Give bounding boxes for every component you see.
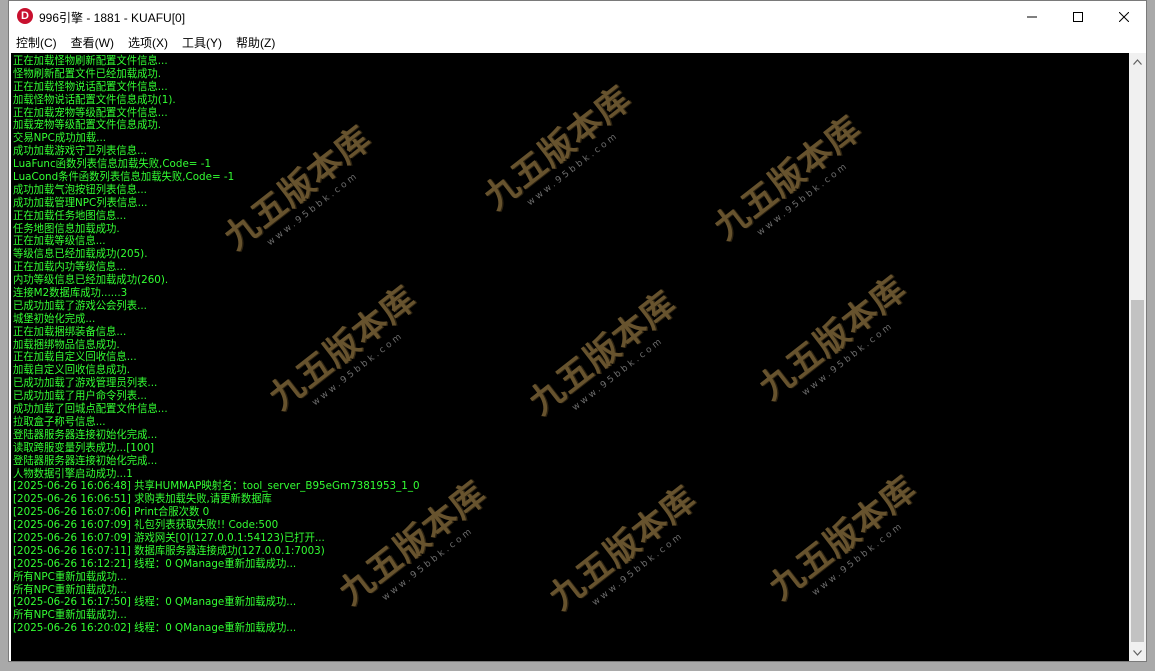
log-line: 成功加载气泡按钮列表信息... [13,182,147,196]
watermark-text: 九五版本库 [706,108,870,248]
app-window: D 996引擎 - 1881 - KUAFU[0] 控制(C) 查看(W) 选项… [8,0,1147,662]
scroll-up-button[interactable] [1129,53,1146,70]
minimize-button[interactable] [1009,1,1055,32]
vertical-scrollbar[interactable] [1129,53,1146,661]
log-line: 怪物刷新配置文件已经加载成功. [13,66,162,80]
scroll-thumb[interactable] [1131,300,1144,642]
menu-tools[interactable]: 工具(Y) [175,34,229,51]
log-line: 拉取盒子称号信息... [13,414,106,428]
title-bar[interactable]: D 996引擎 - 1881 - KUAFU[0] [9,1,1146,32]
maximize-button[interactable] [1055,1,1101,32]
log-line: LuaCond条件函数列表信息加载失败,Code= -1 [13,170,235,184]
log-line: 成功加载了回城点配置文件信息... [13,402,168,416]
log-line: 城堡初始化完成... [13,311,96,325]
watermark: 九五版本库 www.95bbk.com [757,441,966,625]
scroll-up-arrow-icon [1133,58,1142,65]
watermark-url: www.95bbk.com [755,160,851,239]
scroll-down-button[interactable] [1129,644,1146,661]
close-button[interactable] [1101,1,1147,32]
log-line: 连接M2数据库成功......3 [13,286,128,300]
log-line: 正在加载任务地图信息... [13,208,127,222]
log-line: 成功加载管理NPC列表信息... [13,195,148,209]
watermark-text: 九五版本库 [761,468,925,608]
menu-options[interactable]: 选项(X) [121,34,175,51]
log-line: [2025-06-26 16:20:02] 线程：0 QManage重新加载成功… [13,621,297,635]
log-line: 读取跨服变量列表成功...[100] [13,440,155,454]
menu-control[interactable]: 控制(C) [9,34,64,51]
log-line: 所有NPC重新加载成功... [13,569,127,583]
watermark-url: www.95bbk.com [570,335,666,414]
scroll-down-arrow-icon [1133,649,1142,656]
minimize-icon [1027,16,1037,17]
watermark: 九五版本库 www.95bbk.com [537,451,746,635]
window-title: 996引擎 - 1881 - KUAFU[0] [39,11,186,25]
menu-view[interactable]: 查看(W) [64,34,121,51]
watermark-url: www.95bbk.com [810,520,906,599]
log-line: 登陆器服务器连接初始化完成... [13,453,158,467]
log-line: [2025-06-26 16:07:09] 游戏网关[0](127.0.0.1:… [13,530,325,544]
watermark: 九五版本库 www.95bbk.com [472,53,681,235]
watermark-text: 九五版本库 [476,78,640,218]
maximize-icon [1073,11,1083,22]
log-line: 正在加载怪物刷新配置文件信息... [13,54,168,67]
watermark: 九五版本库 www.95bbk.com [702,81,911,265]
log-line: [2025-06-26 16:12:21] 线程：0 QManage重新加载成功… [13,556,297,570]
watermark-url: www.95bbk.com [590,530,686,609]
log-line: 正在加载捆绑装备信息... [13,324,127,338]
watermark: 九五版本库 www.95bbk.com [747,241,956,425]
log-console[interactable]: 正在加载怪物刷新配置文件信息... 怪物刷新配置文件已经加载成功. 正在加载怪物说话… [11,53,1129,661]
log-line: 登陆器服务器连接初始化完成... [13,427,158,441]
watermark-text: 九五版本库 [521,283,685,423]
watermark-url: www.95bbk.com [525,130,621,209]
watermark-text: 九五版本库 [751,268,915,408]
watermark-url: www.95bbk.com [800,320,896,399]
menu-help[interactable]: 帮助(Z) [229,34,282,51]
watermark-text: 九五版本库 [541,478,705,618]
watermark: 九五版本库 www.95bbk.com [517,256,726,440]
log-line: 正在加载怪物说话配置文件信息... [13,79,168,93]
log-line: 已成功加载了游戏公会列表... [13,298,147,312]
app-logo-icon: D [17,8,33,24]
menu-bar: 控制(C) 查看(W) 选项(X) 工具(Y) 帮助(Z) [9,32,1146,52]
log-line: [2025-06-26 16:07:11] 数据库服务器连接成功(127.0.0… [13,543,325,557]
log-list: 正在加载怪物刷新配置文件信息... 怪物刷新配置文件已经加载成功. 正在加载怪物说话… [13,54,420,635]
close-icon [1119,11,1129,22]
log-line: 加载怪物说话配置文件信息成功(1). [13,92,176,106]
